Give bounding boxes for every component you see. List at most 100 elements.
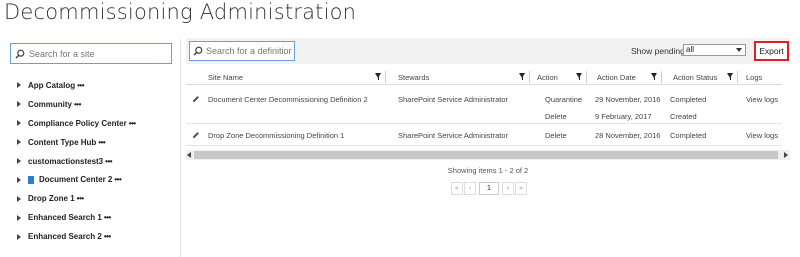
search-icon bbox=[11, 44, 29, 63]
scrollbar-thumb[interactable] bbox=[194, 151, 778, 159]
column-header-site-name[interactable]: Site Name bbox=[208, 69, 384, 85]
filter-icon[interactable] bbox=[375, 73, 381, 80]
show-pending-value: all bbox=[686, 45, 695, 54]
site-name-cell: Document Center Decommissioning Definiti… bbox=[208, 95, 368, 104]
tree-item-label: customactionstest3 bbox=[28, 156, 104, 166]
tree-item-compliance-policy-center[interactable]: Compliance Policy Center ••• bbox=[10, 114, 180, 133]
page-title: Decommissioning Administration bbox=[4, 0, 357, 24]
first-page-button[interactable]: « bbox=[451, 182, 463, 195]
tree-item-label: Enhanced Search 1 bbox=[28, 213, 102, 223]
column-header-label: Logs bbox=[746, 72, 763, 82]
action-cell: Delete bbox=[545, 131, 567, 140]
more-options-icon[interactable]: ••• bbox=[129, 119, 136, 128]
filter-icon[interactable] bbox=[519, 73, 525, 80]
column-divider bbox=[586, 71, 587, 83]
document-icon bbox=[28, 175, 34, 184]
more-options-icon[interactable]: ••• bbox=[77, 81, 84, 90]
tree-item-label: App Catalog bbox=[28, 80, 76, 90]
search-icon bbox=[190, 42, 206, 60]
tree-item-label: Enhanced Search 2 bbox=[28, 232, 102, 242]
more-options-icon[interactable]: ••• bbox=[74, 100, 81, 109]
definition-search-input[interactable] bbox=[206, 46, 292, 56]
items-count-text: Showing items 1 - 2 of 2 bbox=[447, 166, 529, 175]
tree-item-label: Community bbox=[28, 99, 72, 109]
column-header-logs: Logs bbox=[746, 69, 782, 85]
tree-item-label: Content Type Hub bbox=[28, 137, 97, 147]
tree-item-app-catalog[interactable]: App Catalog ••• bbox=[10, 76, 180, 95]
tree-item-label: Document Center 2 bbox=[39, 175, 113, 185]
export-button[interactable]: Export bbox=[754, 41, 789, 61]
tree-item-community[interactable]: Community ••• bbox=[10, 95, 180, 114]
more-options-icon[interactable]: ••• bbox=[105, 157, 112, 166]
show-pending-label: Show pending bbox=[631, 46, 685, 56]
column-header-label: Action Status bbox=[673, 72, 718, 82]
expand-arrow-icon[interactable] bbox=[17, 176, 21, 183]
expand-arrow-icon[interactable] bbox=[17, 120, 21, 127]
definition-search-box[interactable] bbox=[189, 41, 295, 61]
current-page-button[interactable]: 1 bbox=[479, 182, 499, 195]
tree-item-customactionstest3[interactable]: customactionstest3 ••• bbox=[10, 152, 180, 171]
tree-item-enhanced-search-2[interactable]: Enhanced Search 2 ••• bbox=[10, 227, 180, 246]
chevron-down-icon bbox=[736, 48, 742, 52]
site-tree-panel: App Catalog ••• Community ••• Compliance… bbox=[0, 38, 181, 257]
site-tree: App Catalog ••• Community ••• Compliance… bbox=[10, 76, 180, 246]
table-row: Drop Zone Decommissioning Definition 1 S… bbox=[186, 124, 782, 146]
stewards-cell: SharePoint Service Administrator bbox=[398, 95, 509, 104]
tree-item-drop-zone-1[interactable]: Drop Zone 1 ••• bbox=[10, 189, 180, 208]
tree-item-enhanced-search-1[interactable]: Enhanced Search 1 ••• bbox=[10, 208, 180, 227]
last-page-button[interactable]: » bbox=[515, 182, 527, 195]
filter-icon[interactable] bbox=[651, 73, 657, 80]
next-page-button[interactable]: › bbox=[502, 182, 514, 195]
definitions-panel: Show pending all Export Site Name Stewar… bbox=[186, 38, 790, 257]
site-search-box[interactable] bbox=[10, 43, 172, 64]
expand-arrow-icon[interactable] bbox=[17, 139, 21, 146]
tree-item-label: Drop Zone 1 bbox=[28, 194, 75, 204]
column-header-stewards[interactable]: Stewards bbox=[398, 69, 528, 85]
expand-arrow-icon[interactable] bbox=[17, 233, 21, 240]
expand-arrow-icon[interactable] bbox=[17, 195, 21, 202]
expand-arrow-icon[interactable] bbox=[17, 101, 21, 108]
column-divider bbox=[529, 71, 530, 83]
expand-arrow-icon[interactable] bbox=[17, 158, 21, 164]
more-options-icon[interactable]: ••• bbox=[114, 175, 121, 184]
filter-icon[interactable] bbox=[576, 73, 582, 80]
site-name-cell: Drop Zone Decommissioning Definition 1 bbox=[208, 131, 345, 140]
action-cell: Delete bbox=[545, 112, 567, 121]
view-logs-link[interactable]: View logs bbox=[746, 95, 778, 104]
more-options-icon[interactable]: ••• bbox=[104, 213, 111, 222]
site-search-input[interactable] bbox=[29, 48, 167, 59]
column-divider bbox=[661, 71, 662, 83]
more-options-icon[interactable]: ••• bbox=[98, 138, 105, 147]
filter-icon[interactable] bbox=[727, 73, 733, 80]
grid-header: Site Name Stewards Action Action Date Ac… bbox=[186, 69, 782, 85]
action-status-cell: Created bbox=[670, 112, 697, 121]
show-pending-select[interactable]: all bbox=[683, 44, 746, 56]
column-header-action[interactable]: Action bbox=[537, 69, 585, 85]
scroll-right-icon[interactable] bbox=[784, 152, 788, 158]
column-header-label: Stewards bbox=[398, 72, 430, 82]
action-date-cell: 29 November, 2016 bbox=[595, 95, 661, 104]
pencil-icon[interactable] bbox=[192, 131, 200, 139]
column-header-action-date[interactable]: Action Date bbox=[597, 69, 660, 85]
scroll-left-icon[interactable] bbox=[187, 152, 191, 158]
column-header-label: Site Name bbox=[208, 72, 244, 82]
more-options-icon[interactable]: ••• bbox=[77, 194, 84, 203]
tree-item-content-type-hub[interactable]: Content Type Hub ••• bbox=[10, 133, 180, 152]
column-header-label: Action Date bbox=[597, 72, 636, 82]
pencil-icon[interactable] bbox=[192, 95, 200, 103]
horizontal-scrollbar[interactable] bbox=[186, 150, 790, 160]
tree-item-label: Compliance Policy Center bbox=[28, 118, 127, 128]
tree-item-document-center-2[interactable]: Document Center 2 ••• bbox=[10, 170, 180, 189]
column-divider bbox=[737, 71, 738, 83]
column-header-action-status[interactable]: Action Status bbox=[673, 69, 736, 85]
action-date-cell: 28 November, 2016 bbox=[595, 131, 661, 140]
view-logs-link[interactable]: View logs bbox=[746, 131, 778, 140]
action-date-cell: 9 February, 2017 bbox=[595, 112, 652, 121]
more-options-icon[interactable]: ••• bbox=[104, 232, 111, 241]
expand-arrow-icon[interactable] bbox=[17, 214, 21, 221]
expand-arrow-icon[interactable] bbox=[17, 82, 21, 89]
stewards-cell: SharePoint Service Administrator bbox=[398, 131, 509, 140]
action-cell: Quarantine bbox=[545, 95, 583, 104]
previous-page-button[interactable]: ‹ bbox=[464, 182, 476, 195]
column-header-label: Action bbox=[537, 72, 558, 82]
